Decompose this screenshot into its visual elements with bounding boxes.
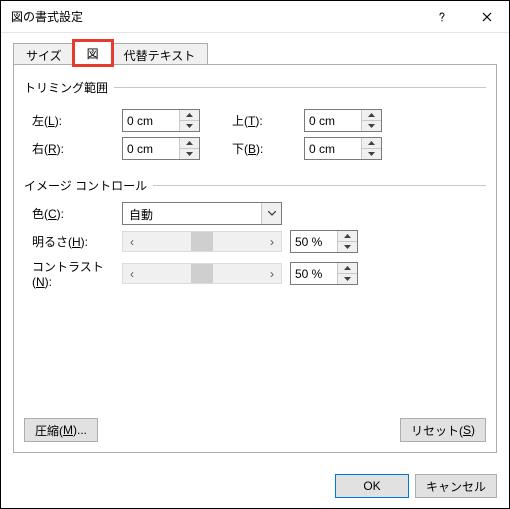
trim-left-label: 左(L): — [32, 112, 122, 129]
slider-thumb[interactable] — [191, 232, 213, 251]
trim-top-field[interactable] — [305, 110, 361, 131]
window-title: 図の書式設定 — [11, 8, 419, 25]
image-control-heading: イメージ コントロール — [24, 177, 147, 194]
chevron-down-icon[interactable] — [261, 203, 281, 224]
spin-down-icon[interactable] — [362, 149, 381, 159]
tab-picture[interactable]: 図 — [74, 41, 112, 65]
close-button[interactable] — [464, 2, 509, 32]
trim-right-field[interactable] — [123, 138, 179, 159]
trimming-heading: トリミング範囲 — [24, 79, 108, 96]
trim-bottom-label: 下(B): — [232, 140, 304, 157]
spin-up-icon[interactable] — [180, 110, 199, 121]
spin-up-icon[interactable] — [362, 110, 381, 121]
trim-top-label: 上(T): — [232, 112, 304, 129]
spin-down-icon[interactable] — [180, 121, 199, 131]
chevron-right-icon[interactable]: › — [263, 267, 281, 281]
spin-down-icon[interactable] — [362, 121, 381, 131]
slider-thumb[interactable] — [191, 264, 213, 283]
chevron-right-icon[interactable]: › — [263, 235, 281, 249]
spin-up-icon[interactable] — [180, 138, 199, 149]
spin-up-icon[interactable] — [362, 138, 381, 149]
contrast-input[interactable] — [290, 262, 358, 285]
tab-strip: サイズ 図 代替テキスト — [13, 41, 497, 65]
contrast-field[interactable] — [291, 263, 337, 284]
trim-right-input[interactable] — [122, 137, 200, 160]
help-button[interactable] — [419, 2, 464, 32]
trimming-group-label: トリミング範囲 — [24, 79, 486, 96]
contrast-slider[interactable]: ‹ › — [122, 263, 282, 284]
trim-left-field[interactable] — [123, 110, 179, 131]
brightness-field[interactable] — [291, 231, 337, 252]
image-control-group-label: イメージ コントロール — [24, 177, 486, 194]
ok-button[interactable]: OK — [335, 474, 409, 498]
dialog-buttons: OK キャンセル — [335, 474, 497, 498]
spin-down-icon[interactable] — [338, 242, 357, 252]
compress-button[interactable]: 圧縮(M)... — [24, 418, 98, 442]
brightness-input[interactable] — [290, 230, 358, 253]
format-picture-dialog: 図の書式設定 サイズ 図 代替テキスト トリミング範囲 左(L): — [0, 0, 510, 509]
tab-panel-picture: トリミング範囲 左(L): 右(R): — [13, 65, 497, 453]
brightness-slider[interactable]: ‹ › — [122, 231, 282, 252]
trim-top-input[interactable] — [304, 109, 382, 132]
contrast-label: コントラスト(N): — [32, 258, 122, 289]
spin-up-icon[interactable] — [338, 263, 357, 274]
color-combo-value: 自動 — [123, 203, 261, 224]
color-label: 色(C): — [32, 205, 122, 222]
reset-button[interactable]: リセット(S) — [400, 418, 486, 442]
color-combo[interactable]: 自動 — [122, 202, 282, 225]
trim-bottom-field[interactable] — [305, 138, 361, 159]
trim-right-label: 右(R): — [32, 140, 122, 157]
titlebar: 図の書式設定 — [1, 1, 509, 33]
tab-alt-text[interactable]: 代替テキスト — [111, 43, 209, 65]
trim-left-input[interactable] — [122, 109, 200, 132]
tab-size[interactable]: サイズ — [13, 43, 75, 65]
dialog-content: サイズ 図 代替テキスト トリミング範囲 左(L): — [1, 33, 509, 453]
spin-down-icon[interactable] — [180, 149, 199, 159]
chevron-left-icon[interactable]: ‹ — [123, 235, 141, 249]
chevron-left-icon[interactable]: ‹ — [123, 267, 141, 281]
spin-down-icon[interactable] — [338, 274, 357, 284]
trim-bottom-input[interactable] — [304, 137, 382, 160]
spin-up-icon[interactable] — [338, 231, 357, 242]
cancel-button[interactable]: キャンセル — [415, 474, 497, 498]
brightness-label: 明るさ(H): — [32, 233, 122, 250]
